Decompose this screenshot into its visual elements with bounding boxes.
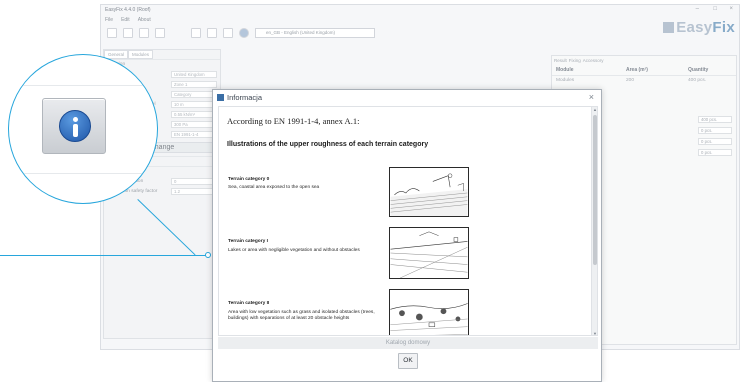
scroll-up-icon[interactable]: ▲ — [592, 107, 597, 113]
terrain-illustration-lake — [389, 227, 469, 279]
menu-about[interactable]: About — [138, 16, 151, 24]
terrain-category-title: Terrain category I — [228, 239, 268, 244]
tab-accessory[interactable]: Accessory — [583, 58, 604, 63]
print-icon[interactable] — [155, 28, 165, 38]
table-row[interactable]: Modules 200 400 pcs. — [552, 76, 736, 85]
scrollbar-thumb[interactable] — [593, 115, 597, 265]
app-title: EasyFix 4.4.0 (Roof) — [105, 7, 151, 13]
open-file-icon[interactable] — [123, 28, 133, 38]
minimize-button[interactable]: – — [696, 6, 699, 12]
tab-result[interactable]: Result — [554, 58, 567, 63]
export-icon[interactable] — [223, 28, 233, 38]
terrain-category-title: Terrain category 0 — [228, 177, 270, 182]
tab-fixing[interactable]: Fixing — [569, 58, 581, 63]
height-field[interactable]: 10 m — [171, 100, 217, 108]
terrain-category-description: Lakes or area with negligible vegetation… — [228, 248, 360, 253]
brand-logo-icon — [663, 22, 675, 33]
dialog-scrollbar[interactable]: ▲ ▼ — [591, 107, 597, 335]
info-dialog: Informacja × According to EN 1991-1-4, a… — [212, 89, 602, 382]
window-close-button[interactable]: × — [729, 6, 733, 12]
close-icon[interactable]: × — [589, 92, 594, 102]
document-reference: According to EN 1991-1-4, annex A.1: — [227, 116, 360, 126]
zoom-magnifier — [8, 54, 158, 204]
terrain-illustration-grass — [389, 289, 469, 335]
results-header: Module Area (m²) Quantity — [552, 65, 736, 76]
menu-file[interactable]: File — [105, 16, 113, 24]
menu-bar: File Edit About — [101, 16, 739, 24]
dialog-title: Informacja — [227, 92, 263, 102]
new-file-icon[interactable] — [107, 28, 117, 38]
tab-modules[interactable]: Modules — [128, 50, 154, 59]
undo-icon[interactable] — [191, 28, 201, 38]
ok-button[interactable]: OK — [398, 353, 418, 369]
toolbar: en_GB - English (United Kingdom) — [101, 24, 739, 42]
dialog-content: According to EN 1991-1-4, annex A.1: Ill… — [218, 106, 598, 336]
redo-icon[interactable] — [207, 28, 217, 38]
info-button[interactable] — [42, 98, 106, 154]
terrain-field[interactable]: Category — [171, 90, 217, 98]
terrain-category-description: Sea, coastal area exposed to the open se… — [228, 185, 320, 190]
dialog-titlebar: Informacja — [213, 90, 601, 104]
screenshot-stage: EasyFix 4.4.0 (Roof) – □ × File Edit Abo… — [0, 0, 747, 382]
scroll-down-icon[interactable]: ▼ — [592, 331, 597, 335]
wind-pressure-field[interactable]: 300 Pa — [171, 120, 217, 128]
snow-load-field[interactable]: 0.55 kN/m² — [171, 110, 217, 118]
country-field[interactable]: United Kingdom — [171, 70, 217, 78]
results-tabs: Result Fixing Accessory — [552, 56, 736, 65]
wind-zone-field[interactable]: Zone 1 — [171, 80, 217, 88]
dialog-footer-label: Katalog domowy — [218, 337, 598, 349]
language-select[interactable]: en_GB - English (United Kingdom) — [255, 28, 375, 38]
callout-line — [0, 255, 208, 256]
terrain-illustration-sea — [389, 167, 469, 217]
left-tabs: General Modules — [104, 50, 220, 59]
orientation-field[interactable]: 0 — [171, 177, 217, 185]
menu-edit[interactable]: Edit — [121, 16, 130, 24]
toolbar-info-icon[interactable] — [239, 28, 249, 38]
brand-logo: EasyFix — [663, 19, 735, 36]
document-heading: Illustrations of the upper roughness of … — [227, 141, 429, 148]
callout-anchor-dot — [205, 252, 211, 258]
terrain-category-description: Area with low vegetation such as grass a… — [228, 310, 375, 322]
dialog-app-icon — [217, 93, 224, 101]
info-icon — [59, 110, 91, 142]
maximize-button[interactable]: □ — [713, 6, 717, 12]
save-file-icon[interactable] — [139, 28, 149, 38]
safety-factor-field[interactable]: 1.2 — [171, 187, 217, 195]
terrain-category-title: Terrain category II — [228, 301, 270, 306]
calculation-field[interactable]: EN 1991-1-4 — [171, 130, 217, 138]
